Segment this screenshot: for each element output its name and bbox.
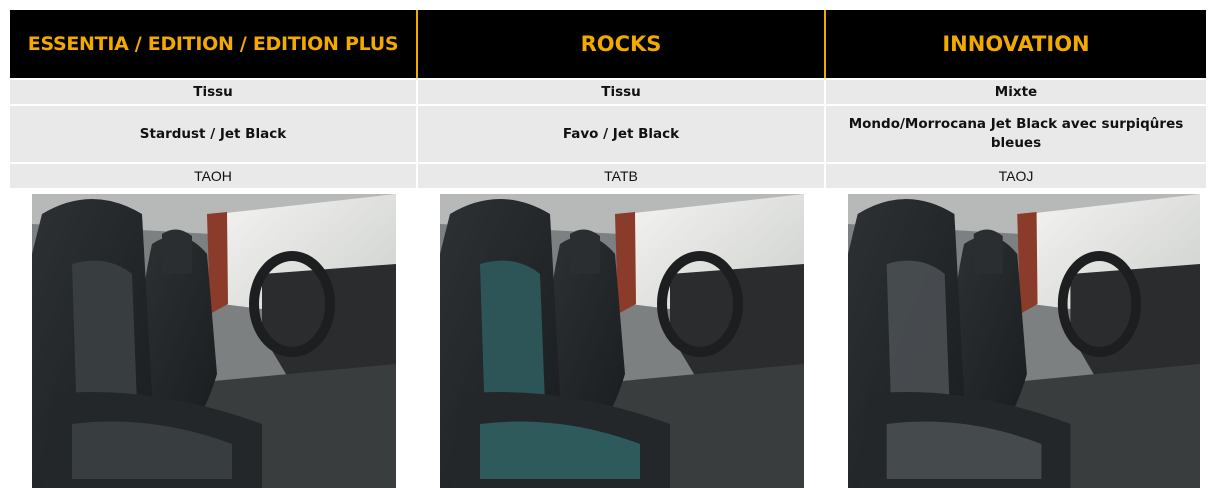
material-cell: Tissu <box>418 80 824 104</box>
column-header: ESSENTIA / EDITION / EDITION PLUS <box>10 10 416 78</box>
car-seat-image <box>32 194 396 488</box>
material-label: Mixte <box>994 83 1038 100</box>
column-header: ROCKS <box>418 10 824 78</box>
color-label: Mondo/Morrocana Jet Black avec surpiqûre… <box>848 116 1184 151</box>
seat-photo <box>32 194 396 488</box>
column-header: INNOVATION <box>826 10 1206 78</box>
seat-photo <box>848 194 1200 488</box>
material-cell: Tissu <box>10 80 416 104</box>
code-cell: TAOJ <box>826 164 1206 188</box>
color-label: Favo / Jet Black <box>562 125 680 142</box>
material-cell: Mixte <box>826 80 1206 104</box>
color-label: Stardust / Jet Black <box>139 125 287 142</box>
code-cell: TAOH <box>10 164 416 188</box>
color-cell: Stardust / Jet Black <box>10 106 416 162</box>
car-seat-image <box>848 194 1200 488</box>
color-cell: Mondo/Morrocana Jet Black avec surpiqûre… <box>826 106 1206 162</box>
code-label: TATB <box>604 167 638 184</box>
material-label: Tissu <box>601 83 641 100</box>
trim-column-essentia: ESSENTIA / EDITION / EDITION PLUS Tissu … <box>10 0 416 488</box>
column-header-label: ESSENTIA / EDITION / EDITION PLUS <box>27 33 399 55</box>
car-seat-image <box>440 194 804 488</box>
seat-photo <box>440 194 804 488</box>
code-label: TAOH <box>194 167 232 184</box>
code-cell: TATB <box>418 164 824 188</box>
color-cell: Favo / Jet Black <box>418 106 824 162</box>
column-header-label: INNOVATION <box>942 32 1090 56</box>
trim-column-rocks: ROCKS Tissu Favo / Jet Black TATB <box>418 0 824 488</box>
code-label: TAOJ <box>998 167 1034 184</box>
trim-column-innovation: INNOVATION Mixte Mondo/Morrocana Jet Bla… <box>826 0 1206 488</box>
column-header-label: ROCKS <box>580 32 662 56</box>
material-label: Tissu <box>193 83 233 100</box>
